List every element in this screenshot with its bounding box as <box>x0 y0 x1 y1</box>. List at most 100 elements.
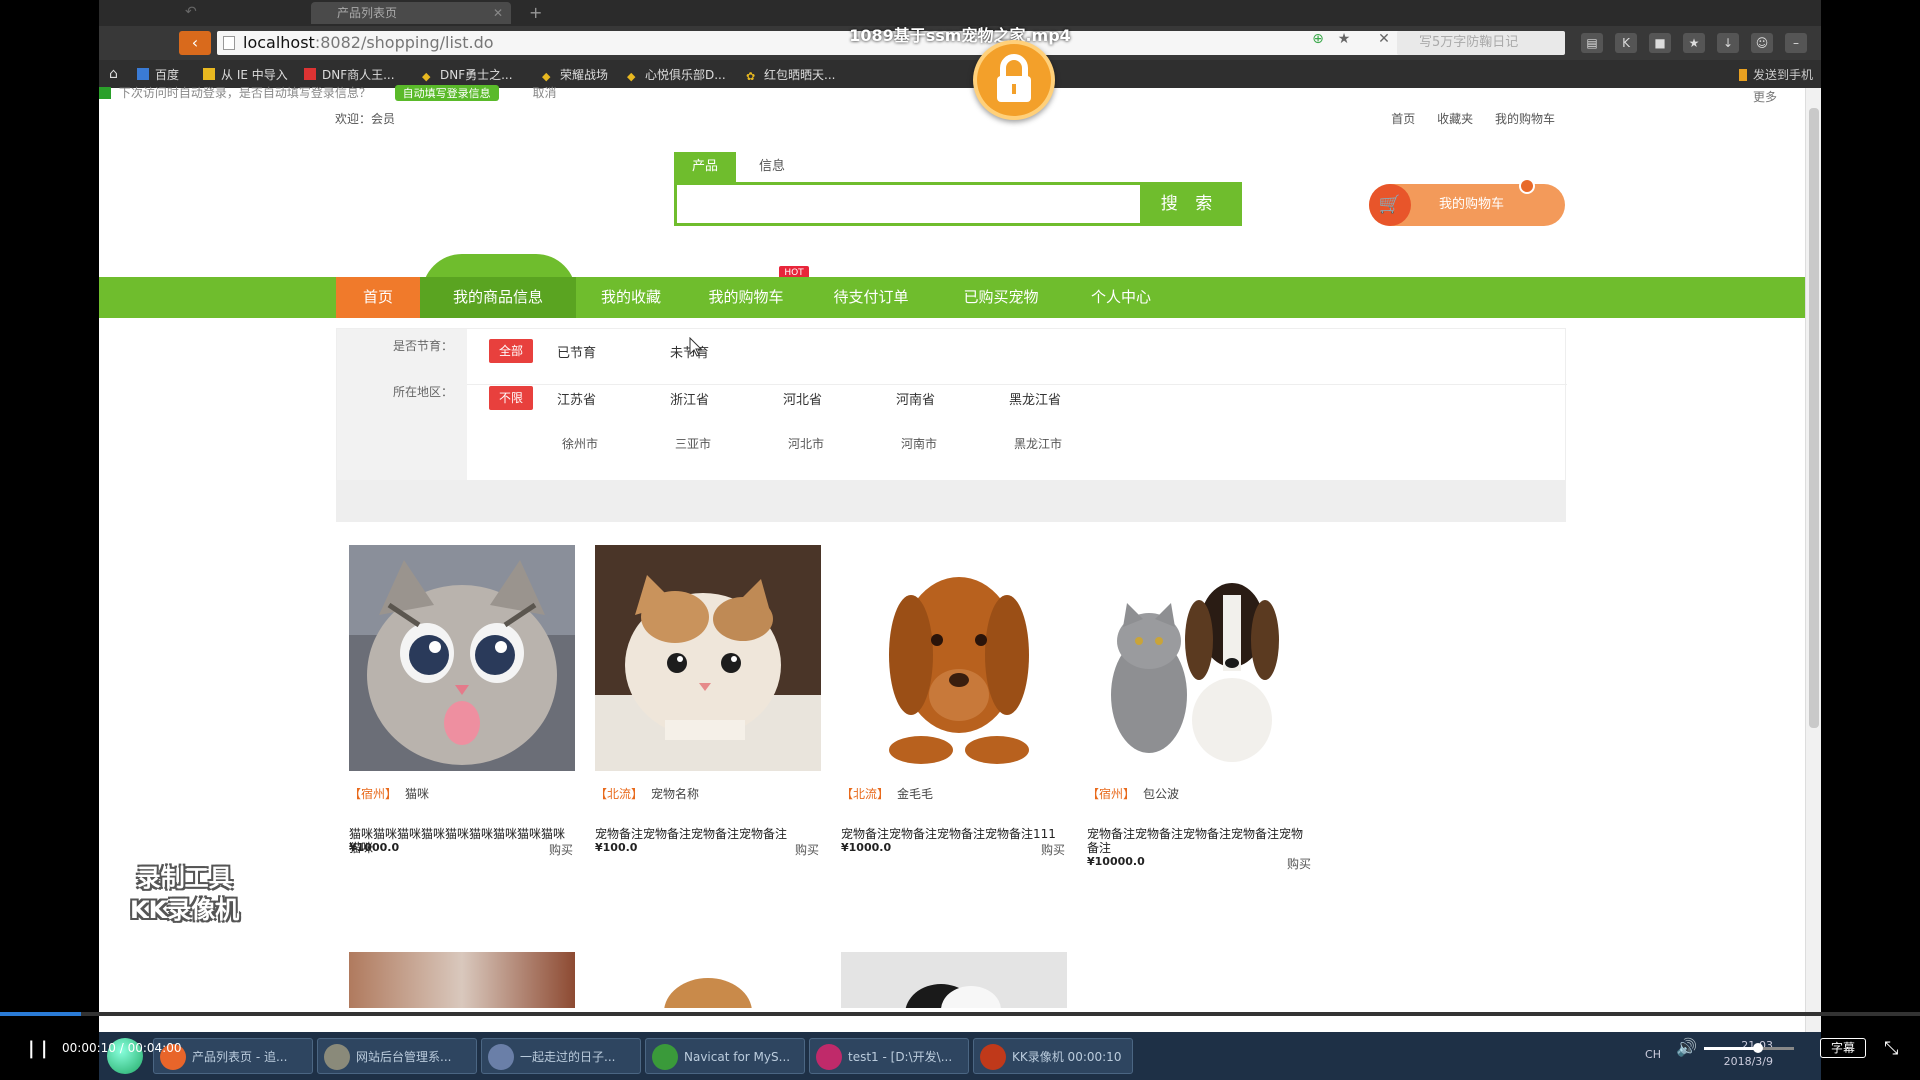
welcome-text: 欢迎：会员 <box>335 112 396 126</box>
notice-cancel[interactable]: 取消 <box>533 86 557 100</box>
nav-purchased-pets[interactable]: 已购买宠物 <box>936 277 1066 318</box>
back-arrow-icon[interactable]: ↶ <box>185 4 197 20</box>
taskbar-item[interactable]: 网站后台管理系... <box>317 1038 477 1074</box>
neuter-label: 是否节育： <box>393 339 454 353</box>
product-price: ¥1000.0 <box>841 841 892 854</box>
buy-button[interactable]: 购买 <box>549 841 573 858</box>
windows-taskbar: 产品列表页 - 追... 网站后台管理系... 一起走过的日子... Navic… <box>99 1032 1821 1080</box>
search-button[interactable]: 搜 索 <box>1140 185 1239 223</box>
volume-knob[interactable] <box>1753 1043 1763 1053</box>
product-image-cat[interactable] <box>349 545 575 771</box>
province-option[interactable]: 江苏省 <box>557 389 596 408</box>
product-image-kitten[interactable] <box>595 545 821 771</box>
buy-button[interactable]: 购买 <box>1041 841 1065 858</box>
product-image-partial[interactable] <box>595 952 821 1008</box>
volume-icon[interactable]: 🔊 <box>1676 1038 1697 1058</box>
product-tag: 【北流】 宠物名称 <box>595 787 700 801</box>
app-icon <box>488 1044 514 1070</box>
progress-bar[interactable] <box>0 1012 1920 1016</box>
city-option[interactable]: 徐州市 <box>562 435 598 452</box>
taskbar-item[interactable]: KK录像机 00:00:10 <box>973 1038 1133 1074</box>
fav-item[interactable]: ◆ 荣耀战场 <box>542 66 608 83</box>
product-image-partial[interactable] <box>841 952 1067 1008</box>
folder-icon <box>203 68 215 80</box>
region-all-button[interactable]: 不限 <box>489 386 533 410</box>
video-player: ↶ 产品列表页 ✕ + ‹ localhost:8082/shopping/li… <box>0 0 1920 1080</box>
tmall-icon <box>304 68 316 80</box>
more-link[interactable]: 更多 <box>1753 88 1777 105</box>
province-option[interactable]: 黑龙江省 <box>1009 389 1061 408</box>
city-option[interactable]: 黑龙江市 <box>1014 435 1062 452</box>
new-tab-icon[interactable]: + <box>529 3 542 22</box>
buy-button[interactable]: 购买 <box>795 841 819 858</box>
subtitles-button[interactable]: 字幕 <box>1820 1038 1866 1058</box>
fav-item[interactable]: ✿ 红包晒晒天... <box>746 66 835 83</box>
volume-fill <box>1704 1047 1758 1050</box>
taskbar-item[interactable]: test1 - [D:\开发\... <box>809 1038 969 1074</box>
province-option[interactable]: 浙江省 <box>670 389 709 408</box>
search-tab-product[interactable]: 产品 <box>674 152 736 182</box>
product-image-golden-dog[interactable] <box>841 545 1067 771</box>
progress-fill <box>0 1012 81 1016</box>
province-option[interactable]: 河北省 <box>783 389 822 408</box>
time-display: 00:00:10 / 00:04:00 <box>62 1041 182 1055</box>
browser-tab[interactable]: 产品列表页 ✕ <box>311 2 511 24</box>
top-link-home[interactable]: 首页 <box>1391 112 1415 126</box>
pause-button[interactable]: | | <box>28 1038 47 1059</box>
neuter-option[interactable]: 已节育 <box>557 342 596 361</box>
app-icon <box>324 1044 350 1070</box>
top-links: 首页 收藏夹 我的购物车 <box>1373 110 1555 127</box>
product-image-cat-and-dog[interactable] <box>1087 545 1313 771</box>
scrollbar-thumb[interactable] <box>1809 108 1819 728</box>
tray-language[interactable]: CH <box>1645 1048 1661 1061</box>
product-image-partial[interactable] <box>349 952 575 1008</box>
nav-personal-center[interactable]: 个人中心 <box>1066 277 1176 318</box>
filter-panel: 是否节育： 全部 已节育 未节育 所在地区： 不限 江苏省 浙江省 河北省 河南… <box>336 328 1567 489</box>
city-option[interactable]: 河北市 <box>788 435 824 452</box>
city-option[interactable]: 三亚市 <box>675 435 711 452</box>
page-scrollbar[interactable] <box>1805 88 1821 1032</box>
province-option[interactable]: 河南省 <box>896 389 935 408</box>
product-card[interactable]: 【宿州】 猫咪 猫咪猫咪猫咪猫咪猫咪猫咪猫咪猫咪猫咪猫咪 ¥1000.0 购买 <box>349 545 575 865</box>
product-card[interactable]: 【宿州】 包公波 宠物备注宠物备注宠物备注宠物备注宠物备注 ¥10000.0 购买 <box>1087 545 1313 871</box>
autofill-notice: 下次访问时自动登录，是否自动填写登录信息？ 自动填写登录信息 取消 <box>99 84 557 101</box>
search-input[interactable] <box>677 185 1140 223</box>
product-price: ¥100.0 <box>595 841 638 854</box>
nav-my-favorites[interactable]: 我的收藏 <box>576 277 686 318</box>
send-to-phone[interactable]: 发送到手机 <box>1738 66 1813 83</box>
baidu-icon <box>137 68 149 80</box>
city-option[interactable]: 河南市 <box>901 435 937 452</box>
neuter-all-button[interactable]: 全部 <box>489 339 533 363</box>
fav-item[interactable]: 百度 <box>137 66 179 83</box>
nav-pending-orders[interactable]: 待支付订单 <box>806 277 936 318</box>
volume-slider[interactable] <box>1704 1043 1794 1053</box>
fav-item[interactable]: ◆ 心悦俱乐部D... <box>627 66 726 83</box>
nav-my-cart[interactable]: 我的购物车 <box>686 277 806 318</box>
fav-item[interactable]: ◆ DNF勇士之... <box>422 66 513 83</box>
filter-divider <box>467 384 1567 385</box>
taskbar-item[interactable]: Navicat for MyS... <box>645 1038 805 1074</box>
search-tab-info[interactable]: 信息 <box>752 152 792 182</box>
exit-fullscreen-icon[interactable]: ⤡ <box>1884 1038 1898 1059</box>
close-tab-icon[interactable]: ✕ <box>493 2 503 24</box>
product-price: ¥1000.0 <box>349 841 400 854</box>
fav-item[interactable]: 从 IE 中导入 <box>203 66 288 83</box>
autofill-button[interactable]: 自动填写登录信息 <box>394 85 499 101</box>
nav-home[interactable]: 首页 <box>336 277 420 318</box>
fav-item[interactable]: DNF商人王... <box>304 66 395 83</box>
nav-my-products[interactable]: 我的商品信息 <box>420 277 576 318</box>
product-card[interactable]: 【北流】 宠物名称 宠物备注宠物备注宠物备注宠物备注 ¥100.0 购买 <box>595 545 821 865</box>
home-icon[interactable]: ⌂ <box>109 66 118 82</box>
product-card[interactable]: 【北流】 金毛毛 宠物备注宠物备注宠物备注宠物备注111 ¥1000.0 购买 <box>841 545 1067 865</box>
product-tag: 【宿州】 包公波 <box>1087 787 1180 801</box>
taskbar-item[interactable]: 一起走过的日子... <box>481 1038 641 1074</box>
top-link-favorites[interactable]: 收藏夹 <box>1437 112 1473 126</box>
tray-clock[interactable]: 21:03 2018/3/9 <box>1724 1038 1773 1070</box>
product-tag: 【宿州】 猫咪 <box>349 787 430 801</box>
my-cart-button[interactable]: 🛒 我的购物车 <box>1369 178 1565 226</box>
buy-button[interactable]: 购买 <box>1287 855 1311 872</box>
region-label: 所在地区： <box>393 385 454 399</box>
gift-icon: ✿ <box>746 70 756 83</box>
top-link-cart[interactable]: 我的购物车 <box>1495 112 1555 126</box>
cart-count-badge <box>1519 178 1535 194</box>
